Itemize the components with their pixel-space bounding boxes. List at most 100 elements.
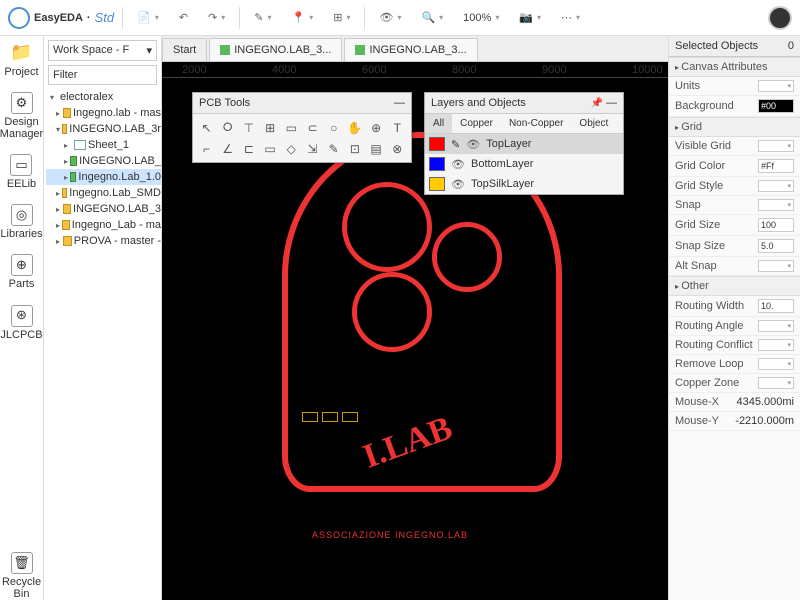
- layer-tab[interactable]: All: [425, 114, 452, 133]
- layer-row[interactable]: 👁BottomLayer: [425, 154, 623, 174]
- panel-title[interactable]: Layers and Objects 📌 —: [425, 93, 623, 114]
- layer-tab[interactable]: Copper: [452, 114, 501, 133]
- folder-icon: [63, 108, 71, 118]
- section-header[interactable]: Other: [669, 276, 800, 296]
- editor-tab[interactable]: INGEGNO.LAB_3...: [344, 38, 477, 61]
- editor-tab[interactable]: INGEGNO.LAB_3...: [209, 38, 342, 61]
- property-value[interactable]: [758, 377, 794, 389]
- camera-menu[interactable]: 📷: [513, 7, 547, 28]
- pcb-tool[interactable]: ⊏: [239, 139, 258, 158]
- view-menu[interactable]: 👁: [373, 7, 407, 28]
- property-value[interactable]: [758, 80, 794, 92]
- minimize-icon[interactable]: —: [394, 97, 405, 109]
- tree-item[interactable]: ▸Sheet_1: [46, 137, 161, 153]
- layer-tab[interactable]: Non-Copper: [501, 114, 571, 133]
- more-menu[interactable]: ⋯: [555, 7, 586, 28]
- pcb-tool[interactable]: ↖: [197, 118, 216, 137]
- sidebar-jlcpcb[interactable]: ⊛JLCPCB: [0, 305, 42, 341]
- tree-item[interactable]: ▸Ingegno.Lab_1.0: [46, 169, 161, 185]
- workspace-select[interactable]: Work Space - F▾: [48, 40, 157, 61]
- zoom-menu[interactable]: 🔍: [415, 7, 449, 28]
- pcb-tool[interactable]: ⊕: [367, 118, 386, 137]
- sidebar-icon: ◎: [11, 204, 33, 226]
- tree-item[interactable]: ▸Ingegno_Lab - ma: [46, 217, 161, 233]
- property-value[interactable]: #00: [758, 99, 794, 113]
- layer-swatch: [429, 157, 445, 171]
- sidebar-eelib[interactable]: ▭EELib: [7, 154, 36, 190]
- tree-item[interactable]: ▸INGEGNO.LAB_3: [46, 201, 161, 217]
- layer-row[interactable]: ✎👁TopLayer: [425, 134, 623, 154]
- panel-title[interactable]: PCB Tools —: [193, 93, 411, 114]
- dot: ·: [87, 12, 91, 24]
- tree-item[interactable]: ▸INGEGNO.LAB_: [46, 153, 161, 169]
- sidebar-design-manager[interactable]: ⚙Design Manager: [0, 92, 43, 140]
- user-avatar[interactable]: [768, 6, 792, 30]
- align-menu[interactable]: ⊞: [327, 7, 356, 28]
- place-menu[interactable]: 📍: [286, 7, 320, 28]
- pcb-tool[interactable]: ▤: [367, 139, 386, 158]
- eye-icon[interactable]: 👁: [451, 158, 465, 171]
- recycle-bin[interactable]: 🗑Recycle Bin: [0, 552, 43, 600]
- pcb-tool[interactable]: ⭘: [218, 118, 237, 137]
- pcb-tool[interactable]: ▭: [282, 118, 301, 137]
- property-value[interactable]: [758, 358, 794, 370]
- property-value[interactable]: [758, 339, 794, 351]
- pcb-icon: [70, 156, 77, 166]
- property-value[interactable]: [758, 140, 794, 152]
- pcb-tool[interactable]: ⊞: [261, 118, 280, 137]
- mouse-x-row: Mouse-X 4345.000mi: [669, 393, 800, 412]
- property-value[interactable]: [758, 320, 794, 332]
- tree-root[interactable]: ▾electoralex: [46, 89, 161, 105]
- sidebar-libraries[interactable]: ◎Libraries: [0, 204, 42, 240]
- sidebar-parts[interactable]: ⊕Parts: [9, 254, 35, 290]
- minimize-icon[interactable]: —: [606, 97, 617, 109]
- silk-gear: [352, 272, 432, 352]
- pcb-tool[interactable]: ✎: [324, 139, 343, 158]
- zoom-level[interactable]: 100%: [457, 8, 505, 28]
- sidebar-project[interactable]: 📁Project: [4, 42, 38, 78]
- pcb-tool[interactable]: ⇲: [303, 139, 322, 158]
- undo-button[interactable]: ↶: [173, 7, 194, 28]
- pcb-tool[interactable]: ○: [324, 118, 343, 137]
- section-header[interactable]: Grid: [669, 117, 800, 137]
- pcb-tool[interactable]: ⊤: [239, 118, 258, 137]
- layer-tab[interactable]: Object: [571, 114, 616, 133]
- edit-menu[interactable]: ✎: [248, 7, 277, 28]
- eye-icon[interactable]: 👁: [451, 178, 465, 191]
- property-value[interactable]: [758, 180, 794, 192]
- pcb-tool[interactable]: ⊂: [303, 118, 322, 137]
- property-row: Alt Snap: [669, 257, 800, 276]
- property-value[interactable]: [758, 199, 794, 211]
- pcb-tool[interactable]: ∠: [218, 139, 237, 158]
- mouse-x-value: 4345.000mi: [737, 396, 795, 408]
- pcb-tool[interactable]: ◇: [282, 139, 301, 158]
- property-value[interactable]: 5.0: [758, 239, 794, 253]
- filter-input[interactable]: Filter: [48, 65, 157, 85]
- sheet-icon: [74, 140, 86, 150]
- tree-item[interactable]: ▾INGEGNO.LAB_3r: [46, 121, 161, 137]
- pcb-tool[interactable]: ▭: [261, 139, 280, 158]
- pcb-tool[interactable]: ⌐: [197, 139, 216, 158]
- editor-tab[interactable]: Start: [162, 38, 207, 61]
- pcb-tool[interactable]: ✋: [345, 118, 364, 137]
- property-value[interactable]: 10.: [758, 299, 794, 313]
- pcb-canvas[interactable]: 2000400060008000900010000 I.LAB ASSOCIAZ…: [162, 62, 668, 600]
- tree-item[interactable]: ▸Ingegno.Lab_SMD: [46, 185, 161, 201]
- eye-icon[interactable]: 👁: [466, 138, 480, 151]
- tree-item[interactable]: ▸PROVA - master -: [46, 233, 161, 249]
- property-value[interactable]: #Ff: [758, 159, 794, 173]
- sidebar-icon: ⊛: [11, 305, 33, 327]
- pcb-tool[interactable]: ⊡: [345, 139, 364, 158]
- pin-icon[interactable]: 📌: [590, 98, 602, 109]
- file-menu[interactable]: 📄: [131, 7, 165, 28]
- pcb-tool[interactable]: ⊗: [388, 139, 407, 158]
- property-row: Units: [669, 77, 800, 96]
- property-value[interactable]: [758, 260, 794, 272]
- pcb-tool[interactable]: T: [388, 118, 407, 137]
- property-value[interactable]: 100: [758, 218, 794, 232]
- section-header[interactable]: Canvas Attributes: [669, 57, 800, 77]
- tree-item[interactable]: ▸Ingegno.lab - mas: [46, 105, 161, 121]
- layer-row[interactable]: 👁TopSilkLayer: [425, 174, 623, 194]
- tool-grid: ↖⭘⊤⊞▭⊂○✋⊕T⌐∠⊏▭◇⇲✎⊡▤⊗: [193, 114, 411, 162]
- redo-menu[interactable]: ↷: [202, 7, 231, 28]
